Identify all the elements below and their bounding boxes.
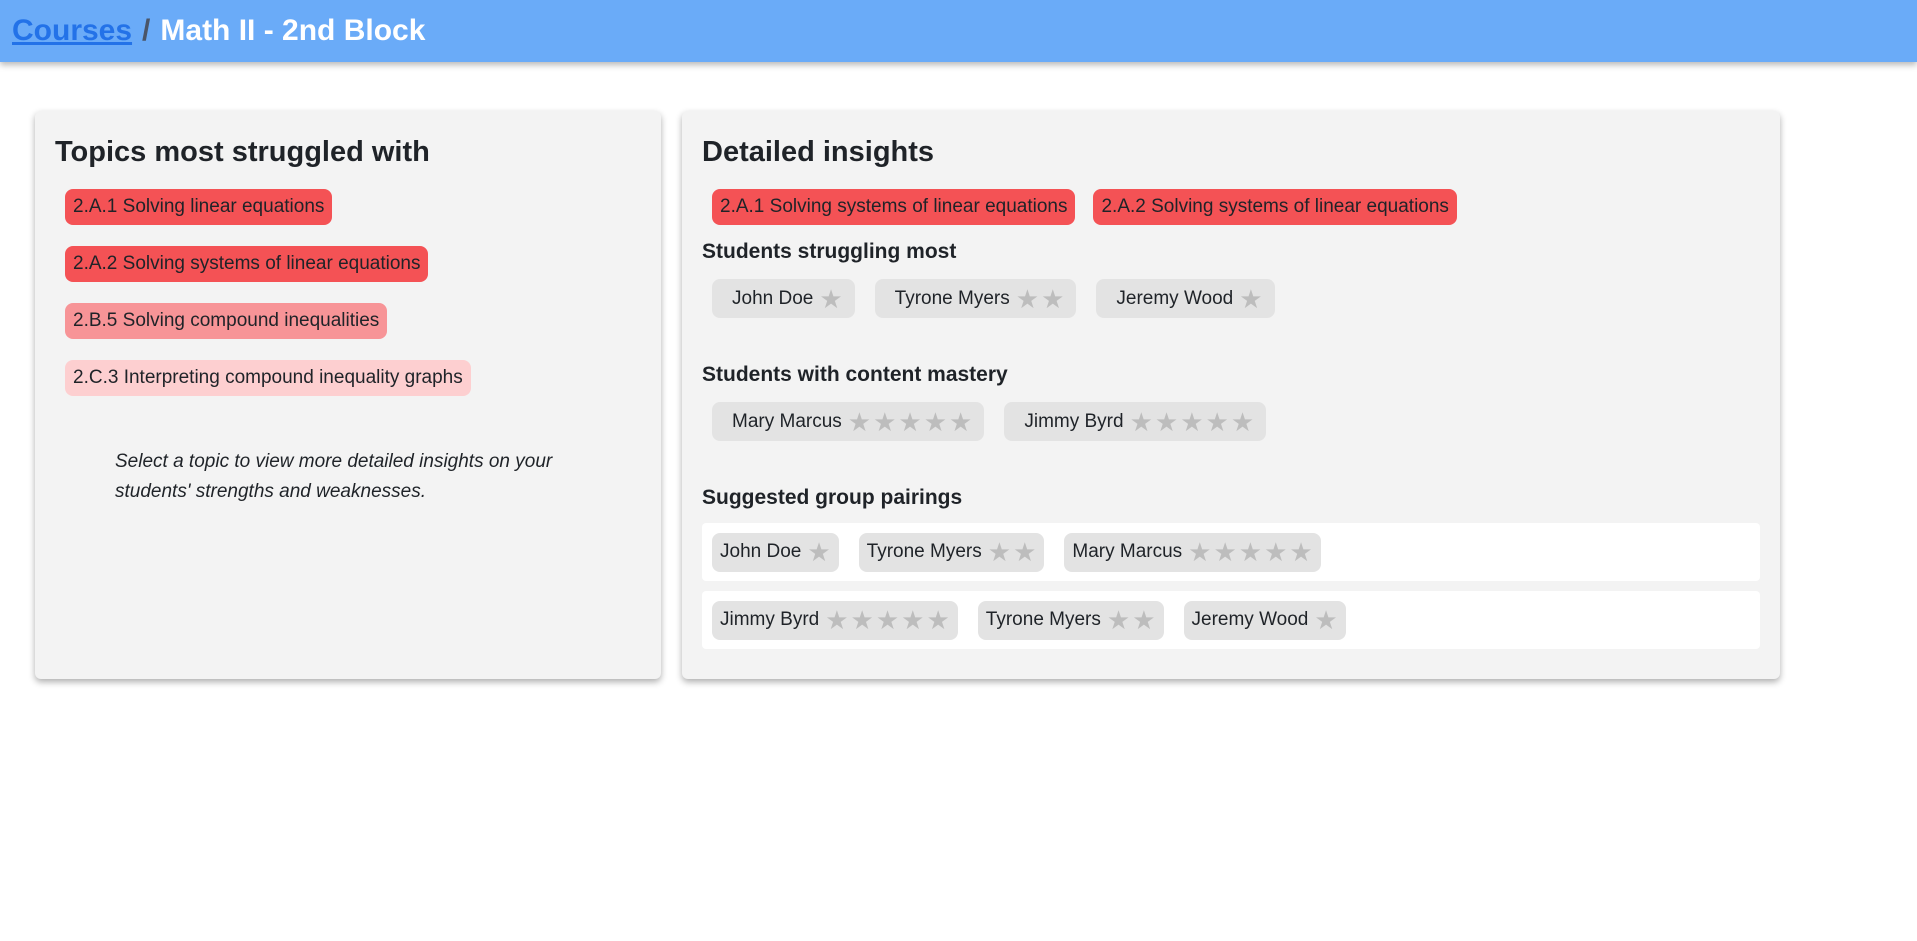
star-icon: ★ [1106, 605, 1131, 635]
star-icon: ★ [1230, 406, 1255, 437]
star-rating: ★ [1237, 286, 1262, 312]
star-rating: ★ [1312, 607, 1337, 633]
star-rating: ★ ★ [986, 539, 1037, 565]
student-chip[interactable]: Jeremy Wood ★ [1096, 279, 1275, 318]
star-icon: ★ [1239, 283, 1263, 314]
star-icon: ★ [1180, 406, 1204, 437]
star-icon: ★ [1129, 406, 1153, 437]
star-icon: ★ [1013, 537, 1037, 567]
student-name: Mary Marcus [1072, 541, 1183, 562]
student-chip[interactable]: John Doe ★ [712, 532, 839, 572]
star-rating: ★ ★ [1105, 607, 1156, 633]
student-chip[interactable]: Jimmy Byrd ★ ★ ★ ★ ★ [1004, 402, 1267, 441]
star-icon: ★ [1205, 406, 1229, 437]
star-icon: ★ [1132, 605, 1156, 635]
breadcrumb-courses-link[interactable]: Courses [12, 14, 132, 48]
topic-chip[interactable]: 2.A.1 Solving linear equations [65, 189, 333, 225]
star-icon: ★ [1314, 605, 1338, 635]
star-icon: ★ [1289, 537, 1313, 567]
pairings-section-title: Suggested group pairings [702, 486, 963, 509]
topic-chip[interactable]: 2.B.5 Solving compound inequalities [65, 303, 388, 339]
student-name: Jeremy Wood [1191, 609, 1309, 630]
struggling-section-title: Students struggling most [702, 240, 957, 263]
student-chip[interactable]: Jimmy Byrd ★ ★ ★ ★ ★ [712, 600, 958, 640]
insights-panel-title: Detailed insights [702, 136, 935, 168]
selected-topic-chip[interactable]: 2.A.1 Solving systems of linear equation… [712, 189, 1076, 225]
star-icon: ★ [1154, 406, 1179, 437]
star-icon: ★ [1238, 537, 1263, 567]
topics-panel: Topics most struggled with 2.A.1 Solving… [35, 111, 661, 679]
star-icon: ★ [987, 537, 1012, 567]
topic-chip[interactable]: 2.C.3 Interpreting compound inequality g… [65, 360, 471, 396]
star-icon: ★ [1015, 283, 1040, 314]
student-name: Tyrone Myers [866, 541, 982, 562]
student-name: Tyrone Myers [985, 609, 1101, 630]
star-icon: ★ [807, 537, 831, 567]
star-rating: ★ ★ ★ ★ ★ [1186, 539, 1313, 565]
star-icon: ★ [825, 605, 849, 635]
topic-chip[interactable]: 2.A.2 Solving systems of linear equation… [65, 246, 429, 282]
star-icon: ★ [923, 406, 948, 437]
star-icon: ★ [1188, 537, 1212, 567]
selected-topic-chip[interactable]: 2.A.2 Solving systems of linear equation… [1093, 189, 1457, 225]
student-name: John Doe [720, 541, 802, 562]
star-rating: ★ ★ [1014, 286, 1065, 312]
breadcrumb-separator: / [142, 14, 151, 47]
student-chip[interactable]: Tyrone Myers ★ ★ [874, 279, 1077, 318]
star-icon: ★ [873, 406, 897, 437]
top-bar: Courses / Math II - 2nd Block [0, 0, 1917, 62]
star-icon: ★ [850, 605, 874, 635]
student-chip[interactable]: John Doe ★ [712, 279, 855, 318]
student-chip[interactable]: Mary Marcus ★ ★ ★ ★ ★ [1064, 532, 1321, 572]
star-icon: ★ [875, 605, 900, 635]
star-icon: ★ [898, 406, 922, 437]
star-icon: ★ [1264, 537, 1288, 567]
student-name: Jimmy Byrd [1024, 410, 1124, 432]
star-rating: ★ [805, 539, 830, 565]
insights-panel: Detailed insights 2.A.1 Solving systems … [682, 111, 1780, 679]
selected-topics: 2.A.1 Solving systems of linear equation… [702, 189, 1760, 225]
struggling-students-list: John Doe ★ Tyrone Myers ★ ★ Jeremy Wood ★ [702, 279, 1760, 318]
student-chip[interactable]: Tyrone Myers ★ ★ [977, 600, 1164, 640]
star-icon: ★ [1213, 537, 1237, 567]
star-rating: ★ [817, 286, 842, 312]
star-rating: ★ ★ ★ ★ ★ [823, 607, 950, 633]
mastery-students-list: Mary Marcus ★ ★ ★ ★ ★ Jimmy Byrd ★ ★ ★ ★ ★ [702, 402, 1760, 441]
group-pairing: John Doe ★ Tyrone Myers ★ ★ Mary Marcus ★ ★ ★ ★ ★ [702, 523, 1760, 581]
student-name: Mary Marcus [732, 410, 842, 432]
student-chip[interactable]: Tyrone Myers ★ ★ [858, 532, 1045, 572]
student-name: Jimmy Byrd [720, 609, 820, 630]
student-name: John Doe [732, 287, 814, 309]
topic-list: 2.A.1 Solving linear equations 2.A.2 Sol… [55, 189, 641, 417]
group-pairing: Jimmy Byrd ★ ★ ★ ★ ★ Tyrone Myers ★ ★ Jeremy Wood… [702, 591, 1760, 649]
star-icon: ★ [901, 605, 925, 635]
page-title: Math II - 2nd Block [160, 14, 426, 47]
star-icon: ★ [1041, 283, 1065, 314]
topic-hint-text: Select a topic to view more detailed ins… [115, 451, 553, 502]
star-rating: ★ ★ ★ ★ ★ [846, 409, 973, 435]
mastery-section-title: Students with content mastery [702, 363, 1008, 386]
star-icon: ★ [949, 406, 973, 437]
student-name: Jeremy Wood [1116, 287, 1234, 309]
topics-panel-title: Topics most struggled with [55, 136, 430, 168]
star-icon: ★ [926, 605, 950, 635]
group-pairings-list: John Doe ★ Tyrone Myers ★ ★ Mary Marcus ★ ★ ★ ★ ★ J… [702, 523, 1760, 649]
star-rating: ★ ★ ★ ★ ★ [1128, 409, 1255, 435]
star-icon: ★ [847, 406, 872, 437]
star-icon: ★ [819, 283, 843, 314]
student-name: Tyrone Myers [894, 287, 1010, 309]
student-chip[interactable]: Jeremy Wood ★ [1183, 600, 1346, 640]
student-chip[interactable]: Mary Marcus ★ ★ ★ ★ ★ [712, 402, 985, 441]
